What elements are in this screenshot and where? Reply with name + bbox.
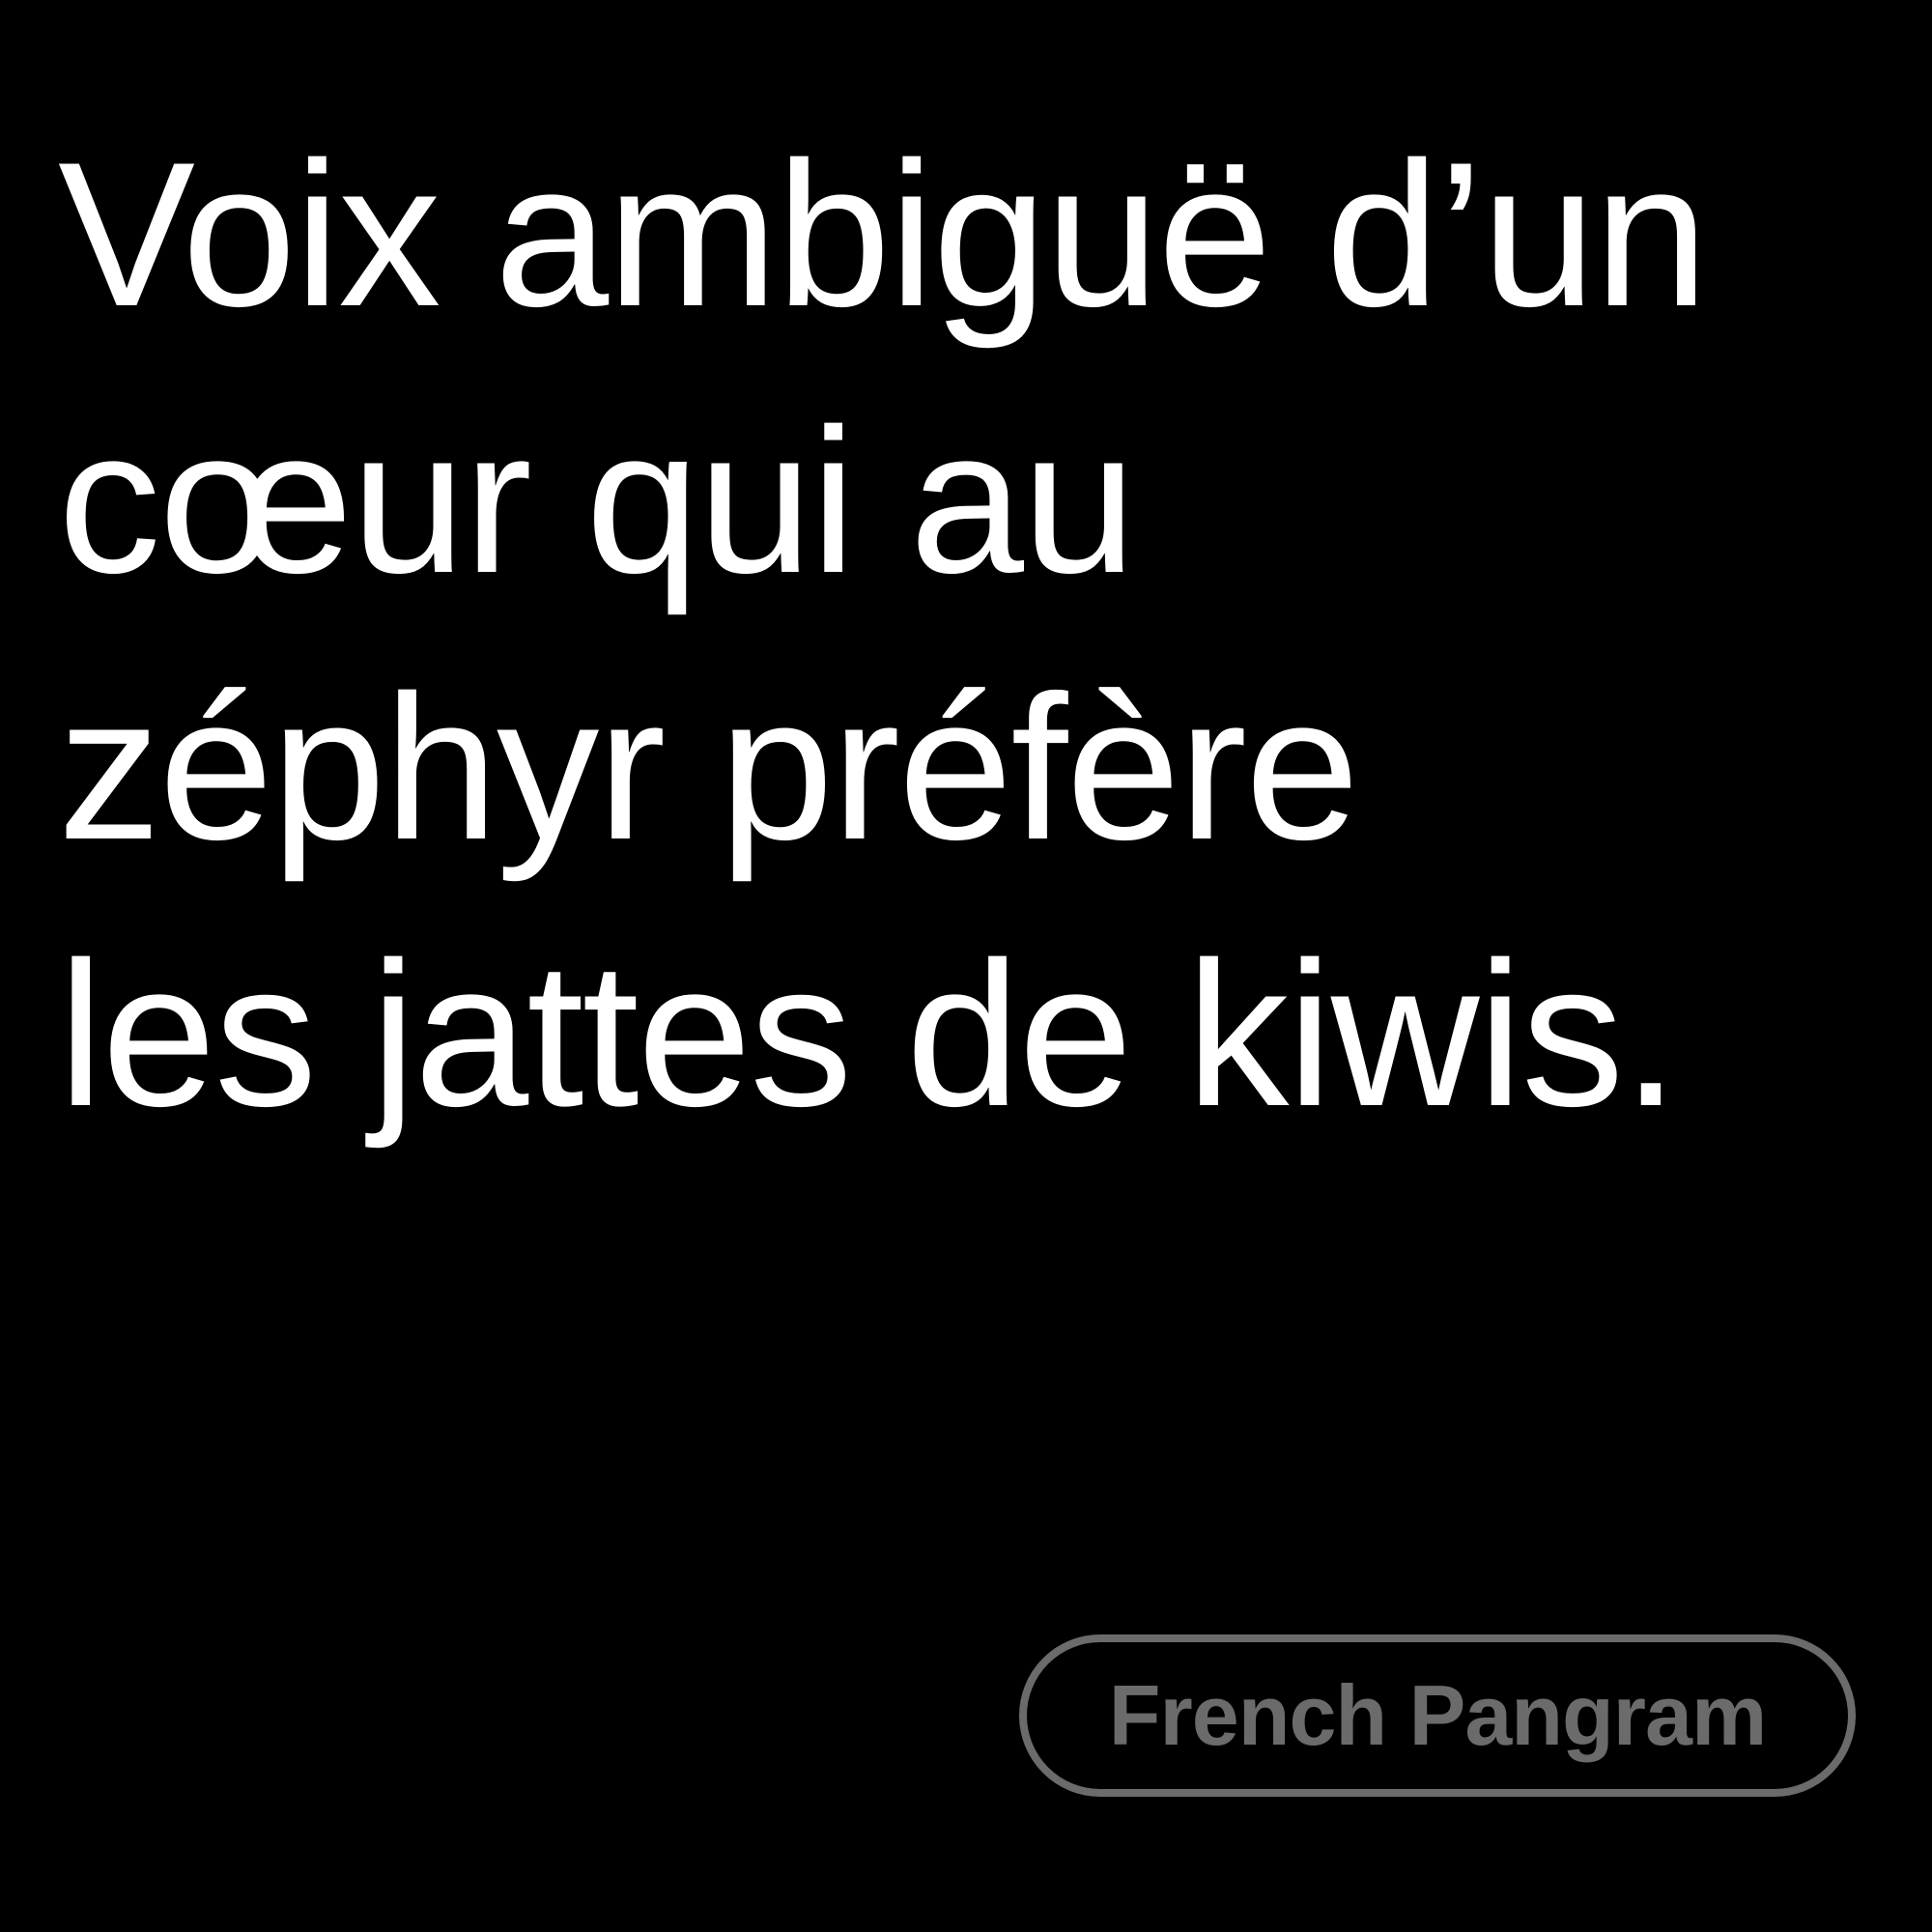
pangram-text: Voix ambiguë d’un cœur qui au zéphyr pré… (58, 101, 1893, 1168)
french-pangram-badge: French Pangram (1019, 1634, 1856, 1797)
pangram-line-1: Voix ambiguë d’un (58, 120, 1709, 350)
badge-label: French Pangram (1108, 1667, 1767, 1763)
pangram-line-4: les jattes de kiwis. (58, 920, 1679, 1150)
pangram-line-2: cœur qui au (58, 386, 1136, 616)
pangram-line-3: zéphyr préfère (58, 653, 1359, 883)
